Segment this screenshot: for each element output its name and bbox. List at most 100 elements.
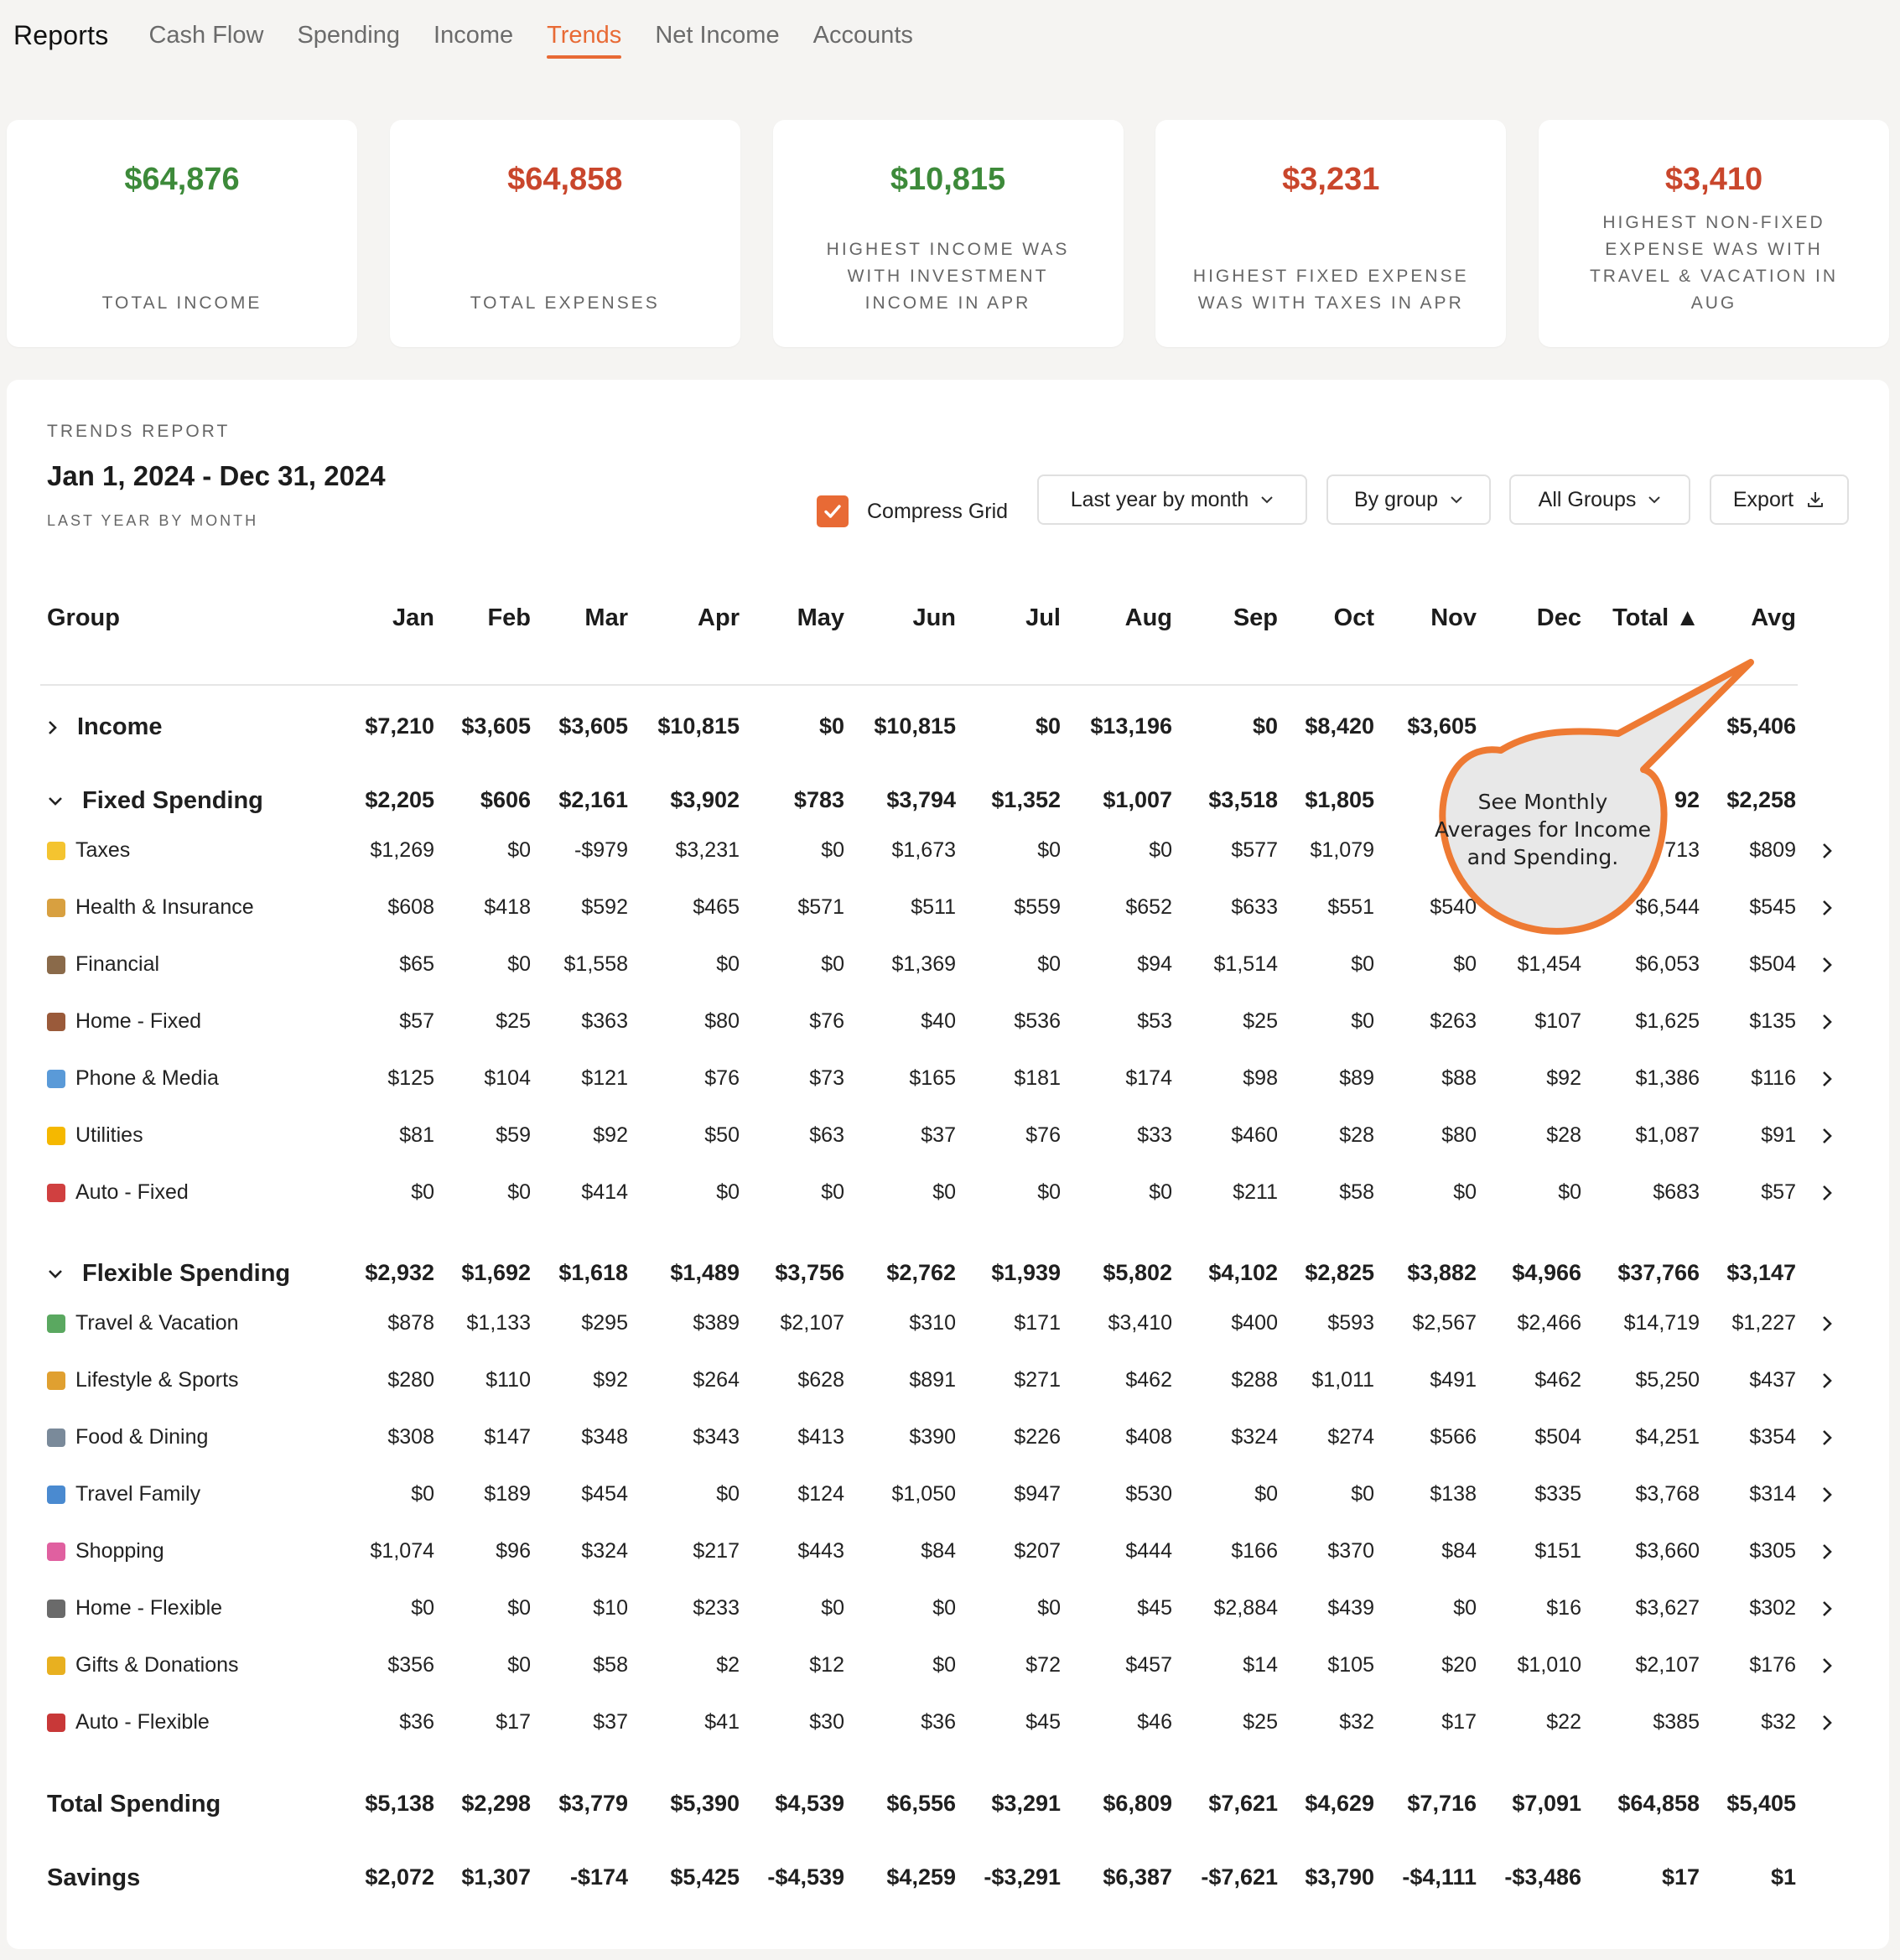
tab-cash-flow[interactable]: Cash Flow xyxy=(148,0,263,70)
card-amount: $64,876 xyxy=(124,162,240,197)
category-row[interactable]: Financial $65 $0 $1,558 $0 $0 $1,369 $0 $94 $1,51… xyxy=(7,952,1889,986)
row-name: Food & Dining xyxy=(75,1425,209,1449)
avg-cell: $5,406 xyxy=(1726,713,1796,739)
person-icon xyxy=(47,1371,65,1390)
export-button[interactable]: Export xyxy=(1710,474,1849,525)
avg-cell: $314 xyxy=(1749,1482,1796,1506)
tab-accounts[interactable]: Accounts xyxy=(813,0,913,70)
group-row-flexible-spending[interactable]: Flexible Spending $2,932 $1,692 $1,618 $1,48… xyxy=(7,1260,1889,1294)
chevron-right-icon[interactable] xyxy=(1821,1127,1833,1151)
bank-icon xyxy=(47,955,65,974)
chevron-right-icon[interactable] xyxy=(1821,956,1833,980)
category-row[interactable]: Health & Insurance $608 $418 $592 $465 $571 $5… xyxy=(7,895,1889,929)
card-amount: $10,815 xyxy=(890,162,1006,197)
category-row[interactable]: Lifestyle & Sports $280 $110 $92 $264 $628 $89… xyxy=(7,1368,1889,1402)
car-icon xyxy=(47,1183,65,1202)
chevron-right-icon[interactable] xyxy=(1821,1013,1833,1037)
chevron-right-icon[interactable] xyxy=(47,719,59,736)
tab-income[interactable]: Income xyxy=(433,0,513,70)
tab-trends[interactable]: Trends xyxy=(547,0,622,70)
chevron-down-icon xyxy=(1648,496,1661,504)
row-name: Home - Flexible xyxy=(75,1596,223,1620)
avg-cell: $3,147 xyxy=(1726,1260,1796,1285)
row-name: Income xyxy=(77,713,163,740)
checkmark-icon xyxy=(824,505,841,518)
chevron-down-icon[interactable] xyxy=(47,796,64,807)
group-row-income[interactable]: Income $7,210 $3,605 $3,605 $10,815 $0 $10,815… xyxy=(7,713,1889,747)
category-row[interactable]: Travel Family $0 $189 $454 $0 $124 $1,050 $947 $… xyxy=(7,1482,1889,1516)
row-name: Home - Fixed xyxy=(75,1009,202,1033)
summary-cards: $64,876 TOTAL INCOME $64,858 TOTAL EXPEN… xyxy=(7,120,1889,347)
avg-cell: $1 xyxy=(1770,1864,1796,1890)
chevron-right-icon[interactable] xyxy=(1821,1429,1833,1453)
avg-cell: $176 xyxy=(1749,1653,1796,1677)
compress-grid-checkbox[interactable] xyxy=(817,495,849,527)
row-label: Total Spending xyxy=(47,1791,221,1818)
month-cell: $3,605 xyxy=(1407,713,1477,739)
category-row[interactable]: Gifts & Donations $356 $0 $58 $2 $12 $0 $72 $457… xyxy=(7,1653,1889,1687)
row-label: Savings xyxy=(47,1864,140,1892)
chevron-right-icon[interactable] xyxy=(1821,1184,1833,1208)
beach-icon xyxy=(47,1314,65,1333)
chevron-right-icon[interactable] xyxy=(1821,1371,1833,1396)
category-row[interactable]: Shopping $1,074 $96 $324 $217 $443 $84 $207 $444… xyxy=(7,1539,1889,1573)
avg-cell: $437 xyxy=(1749,1368,1796,1392)
avg-cell: $354 xyxy=(1749,1425,1796,1449)
category-row[interactable]: Travel & Vacation $878 $1,133 $295 $389 $2,10… xyxy=(7,1311,1889,1345)
category-row[interactable]: Home - Fixed $57 $25 $363 $80 $76 $40 $536 $53 $2… xyxy=(7,1009,1889,1043)
card-label: TOTAL EXPENSES xyxy=(470,293,660,313)
highest-income-card: $10,815 HIGHEST INCOME WAS WITH INVESTME… xyxy=(772,120,1124,347)
chevron-right-icon[interactable] xyxy=(1821,1657,1833,1681)
chevron-right-icon[interactable] xyxy=(1821,1600,1833,1624)
groups-filter-select[interactable]: All Groups xyxy=(1509,474,1690,525)
tab-net-income[interactable]: Net Income xyxy=(655,0,779,70)
card-label: HIGHEST NON-FIXED EXPENSE WAS WITH TRAVE… xyxy=(1589,213,1839,313)
chevron-right-icon[interactable] xyxy=(1821,1543,1833,1567)
header-divider xyxy=(40,684,1798,686)
globe-icon xyxy=(47,1069,65,1088)
column-header[interactable]: Avg xyxy=(1628,604,1796,632)
highest-non-fixed-expense-card: $3,410 HIGHEST NON-FIXED EXPENSE WAS WIT… xyxy=(1539,120,1889,347)
category-row[interactable]: Phone & Media $125 $104 $121 $76 $73 $165 $181 $… xyxy=(7,1066,1889,1100)
period-select-value: Last year by month xyxy=(1070,487,1249,511)
report-nav: Reports Cash Flow Spending Income Trends… xyxy=(13,0,947,70)
row-label: Utilities xyxy=(47,1123,143,1148)
avg-cell: $545 xyxy=(1749,895,1796,919)
doctor-icon xyxy=(47,898,65,917)
row-name: Financial xyxy=(75,952,160,976)
report-date-range: Jan 1, 2024 - Dec 31, 2024 xyxy=(47,460,386,491)
row-name: Shopping xyxy=(75,1539,164,1563)
card-amount: $3,410 xyxy=(1664,162,1763,197)
category-row[interactable]: Auto - Flexible $36 $17 $37 $41 $30 $36 $45 $46 $… xyxy=(7,1710,1889,1744)
callout-line: and Spending. xyxy=(1467,845,1619,869)
highest-fixed-expense-card: $3,231 HIGHEST FIXED EXPENSE WAS WITH TA… xyxy=(1155,120,1507,347)
grouping-select[interactable]: By group xyxy=(1326,474,1491,525)
avg-cell: $57 xyxy=(1761,1180,1796,1204)
row-label: Travel Family xyxy=(47,1482,200,1506)
chevron-right-icon[interactable] xyxy=(1821,1714,1833,1738)
shopping-bag-icon xyxy=(47,1542,65,1561)
row-label: Financial xyxy=(47,952,159,977)
chevron-right-icon[interactable] xyxy=(1821,1486,1833,1510)
total-expenses-card: $64,858 TOTAL EXPENSES xyxy=(389,120,740,347)
row-label: Lifestyle & Sports xyxy=(47,1368,239,1392)
category-row[interactable]: Utilities $81 $59 $92 $50 $63 $37 $76 $33 $460 $28… xyxy=(7,1123,1889,1157)
avg-cell: $305 xyxy=(1749,1539,1796,1563)
avg-cell: $1,227 xyxy=(1731,1311,1796,1335)
row-label: Travel & Vacation xyxy=(47,1311,239,1335)
category-row[interactable]: Food & Dining $308 $147 $348 $343 $413 $390 $22… xyxy=(7,1425,1889,1459)
column-header-group[interactable]: Group xyxy=(47,604,120,632)
row-name: Auto - Flexible xyxy=(75,1710,210,1734)
tab-spending[interactable]: Spending xyxy=(297,0,400,70)
chevron-right-icon[interactable] xyxy=(1821,899,1833,923)
category-row[interactable]: Home - Flexible $0 $0 $10 $233 $0 $0 $0 $45 $2,88… xyxy=(7,1596,1889,1630)
lightning-icon xyxy=(47,1126,65,1145)
chevron-down-icon[interactable] xyxy=(47,1268,64,1280)
chevron-right-icon[interactable] xyxy=(1821,1070,1833,1094)
chevron-right-icon[interactable] xyxy=(1821,1314,1833,1339)
savings-row: Savings $2,072 $1,307 -$174 $5,425 -$4,539 $4,… xyxy=(7,1864,1889,1898)
category-row[interactable]: Auto - Fixed $0 $0 $414 $0 $0 $0 $0 $0 $211 $58 $0 $… xyxy=(7,1180,1889,1214)
chevron-right-icon[interactable] xyxy=(1821,842,1833,866)
compress-grid-toggle[interactable]: Compress Grid xyxy=(817,495,1008,527)
period-select[interactable]: Last year by month xyxy=(1037,474,1307,525)
